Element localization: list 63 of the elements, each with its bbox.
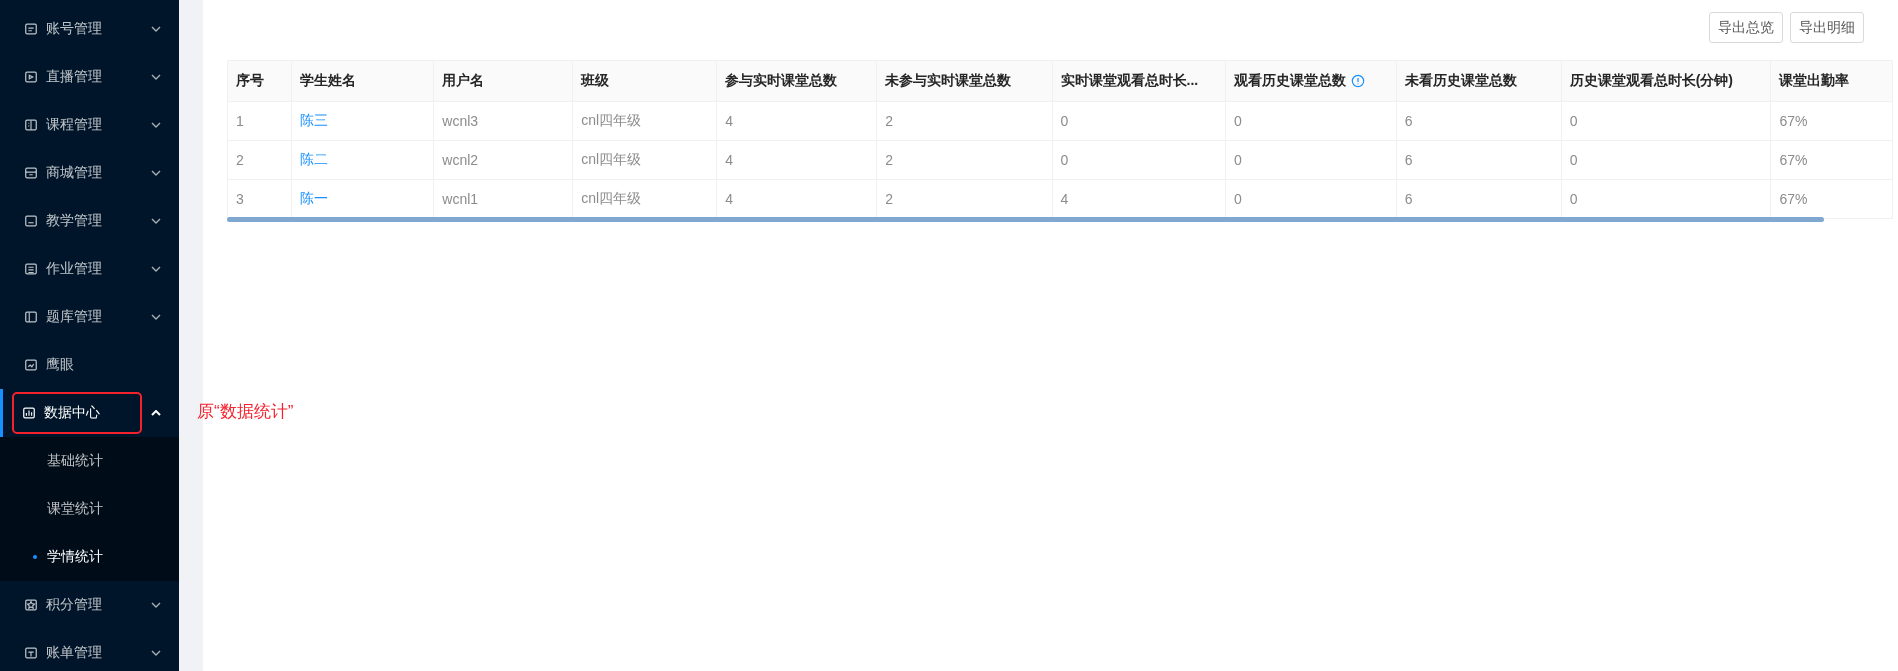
annotation-text: 原“数据统计” — [197, 401, 294, 423]
column-header: 班级 — [572, 60, 717, 102]
table-cell: 2 — [227, 140, 292, 180]
menu-item[interactable]: 积分管理 — [0, 581, 179, 629]
column-header: 学生姓名 — [291, 60, 434, 102]
table-cell: 67% — [1770, 140, 1893, 180]
column-header: 序号 — [227, 60, 292, 102]
menu-item[interactable]: 题库管理 — [0, 293, 179, 341]
table-cell: 2 — [876, 140, 1053, 180]
submenu-item[interactable]: 基础统计 — [0, 437, 179, 485]
table-cell: 0 — [1561, 101, 1771, 141]
export-button[interactable]: 导出明细 — [1790, 12, 1864, 43]
export-button[interactable]: 导出总览 — [1709, 12, 1783, 43]
menu-item[interactable]: 商城管理 — [0, 149, 179, 197]
menu-item[interactable]: 教学管理 — [0, 197, 179, 245]
menu-item[interactable]: 账单管理 — [0, 629, 179, 671]
table-cell: 4 — [716, 140, 877, 180]
horizontal-scrollbar[interactable] — [227, 217, 1824, 222]
column-header: 未参与实时课堂总数 — [876, 60, 1053, 102]
column-header: 参与实时课堂总数 — [716, 60, 877, 102]
menu-icon — [24, 118, 38, 132]
menu-icon — [24, 358, 38, 372]
menu-icon — [24, 214, 38, 228]
menu-icon — [24, 598, 38, 612]
menu-item[interactable]: 数据中心 — [0, 389, 179, 437]
table-cell: 4 — [716, 101, 877, 141]
table-cell: 0 — [1225, 101, 1397, 141]
column-header: 历史课堂观看总时长(分钟) — [1561, 60, 1771, 102]
table-cell: 6 — [1396, 140, 1562, 180]
column-header: 观看历史课堂总数 — [1225, 60, 1397, 102]
menu-item[interactable]: 课程管理 — [0, 101, 179, 149]
table-cell: 6 — [1396, 101, 1562, 141]
dot-icon — [33, 555, 37, 559]
menu-item[interactable]: 直播管理 — [0, 53, 179, 101]
column-header: 课堂出勤率 — [1770, 60, 1893, 102]
column-header: 未看历史课堂总数 — [1396, 60, 1562, 102]
menu-icon — [24, 22, 38, 36]
menu-item[interactable]: 账号管理 — [0, 5, 179, 53]
column-header: 实时课堂观看总时长... — [1052, 60, 1226, 102]
table-cell: 2 — [876, 101, 1053, 141]
info-icon[interactable] — [1351, 74, 1366, 88]
menu-icon — [24, 646, 38, 660]
table-cell: cnl四年级 — [572, 101, 717, 141]
table-cell: 0 — [1225, 140, 1397, 180]
table-cell: 1 — [227, 101, 292, 141]
submenu-item[interactable]: 课堂统计 — [0, 485, 179, 533]
table-cell: cnl四年级 — [572, 140, 717, 180]
table-cell: 0 — [1052, 101, 1226, 141]
table-cell: 0 — [1561, 140, 1771, 180]
table-cell: wcnl3 — [433, 101, 573, 141]
table-cell: 0 — [1052, 140, 1226, 180]
menu-icon — [24, 262, 38, 276]
table-cell: 67% — [1770, 101, 1893, 141]
menu-icon — [24, 310, 38, 324]
menu-item[interactable]: 作业管理 — [0, 245, 179, 293]
highlight-frame: 数据中心 — [12, 392, 142, 434]
menu-item[interactable]: 鹰眼 — [0, 341, 179, 389]
submenu-item[interactable]: 学情统计 — [0, 533, 179, 581]
menu-icon — [22, 406, 36, 420]
table-cell: wcnl2 — [433, 140, 573, 180]
menu-icon — [24, 166, 38, 180]
menu-icon — [24, 70, 38, 84]
column-header: 用户名 — [433, 60, 573, 102]
